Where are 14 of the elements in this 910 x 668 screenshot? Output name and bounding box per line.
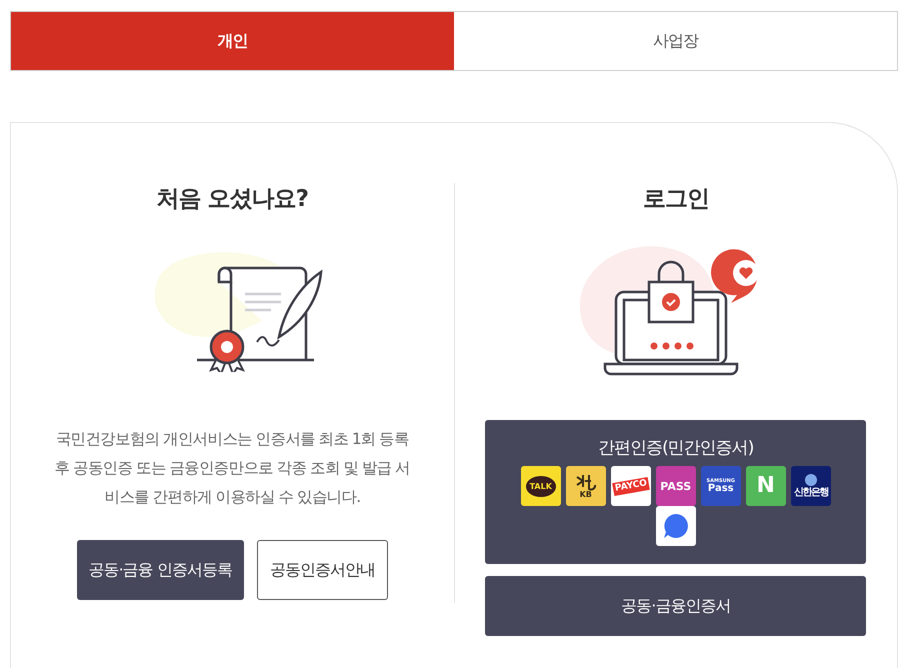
certificate-guide-button[interactable]: 공동인증서안내 bbox=[256, 540, 388, 600]
kb-logo-icon[interactable]: KB bbox=[566, 466, 606, 506]
tab[interactable]: 개인 bbox=[11, 12, 454, 70]
section-title: 처음 오셨나요? bbox=[156, 185, 308, 214]
certificate-login-button[interactable]: 공동·금융인증서 bbox=[485, 576, 866, 636]
section-title: 로그인 bbox=[642, 185, 709, 214]
pass-logo-icon[interactable]: PASS bbox=[656, 466, 696, 506]
kakao-logo-icon[interactable]: TALK bbox=[520, 466, 561, 506]
toss-logo-icon[interactable] bbox=[656, 506, 696, 546]
shinhan-logo-icon[interactable]: 신한은행 bbox=[790, 466, 831, 506]
panel-title: 간편인증(민간인증서) bbox=[597, 437, 754, 459]
description-text: 국민건강보험의 개인서비스는 인증서를 최초 1회 등록 후 공동인증 또는 금융인증만으로 각종 조회 및 발급 서비스를 간편하게 이용하실 수 있습니다. bbox=[54, 429, 411, 508]
payco-logo-icon[interactable]: PAYCO bbox=[610, 466, 651, 506]
register-certificate-button[interactable]: 공동·금융 인증서등록 bbox=[76, 540, 244, 600]
